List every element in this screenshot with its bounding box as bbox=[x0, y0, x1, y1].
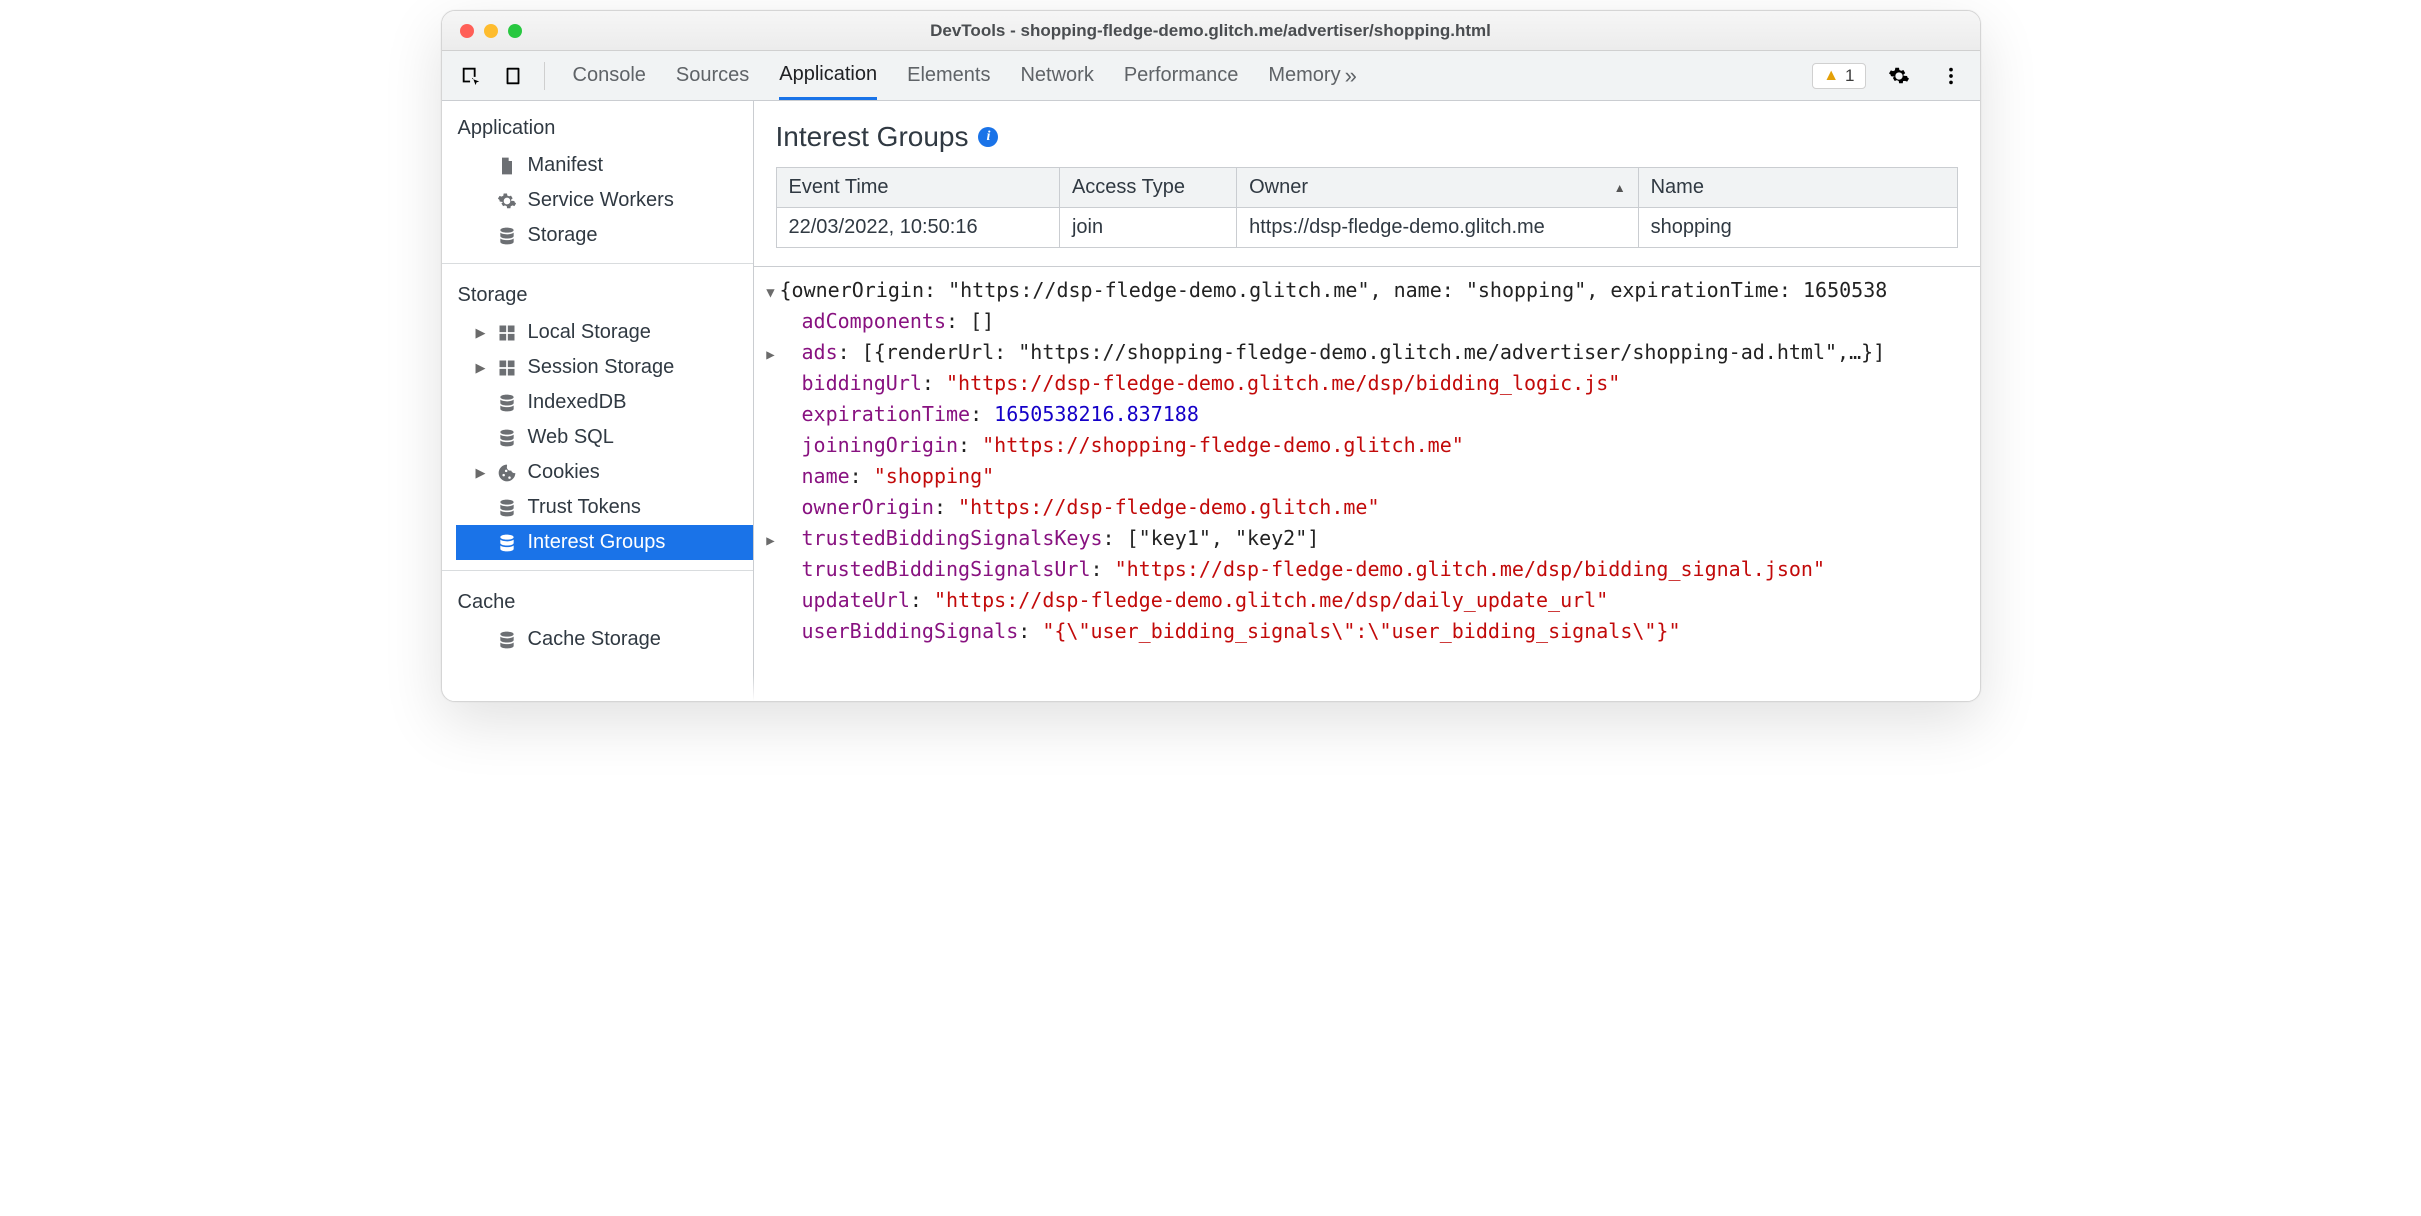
interest-group-details[interactable]: ▼{ownerOrigin: "https://dsp-fledge-demo.… bbox=[754, 267, 1980, 701]
devtools-tabs: Console Sources Application Elements Network… bbox=[573, 51, 1341, 100]
tab-elements[interactable]: Elements bbox=[907, 51, 990, 100]
json-row[interactable]: ▶trustedBiddingSignalsKeys: ["key1", "ke… bbox=[762, 523, 1972, 554]
json-row[interactable]: ▶ads: [{renderUrl: "https://shopping-fle… bbox=[762, 337, 1972, 368]
sort-indicator-icon: ▲ bbox=[1614, 181, 1626, 195]
warnings-count: 1 bbox=[1845, 66, 1854, 86]
warnings-badge[interactable]: ▲ 1 bbox=[1812, 63, 1865, 89]
table-cell: join bbox=[1059, 208, 1236, 248]
sidebar-item-label: Interest Groups bbox=[528, 531, 666, 554]
sidebar-divider bbox=[442, 263, 753, 264]
json-row[interactable]: ▼{ownerOrigin: "https://dsp-fledge-demo.… bbox=[762, 275, 1972, 306]
info-icon[interactable]: i bbox=[978, 127, 998, 147]
json-row[interactable]: biddingUrl: "https://dsp-fledge-demo.gli… bbox=[762, 368, 1972, 399]
table-cell: shopping bbox=[1638, 208, 1957, 248]
panel-title: Interest Groups bbox=[776, 121, 969, 153]
json-row[interactable]: trustedBiddingSignalsUrl: "https://dsp-f… bbox=[762, 554, 1972, 585]
sidebar-item-local-storage[interactable]: ▶ Local Storage bbox=[456, 315, 753, 350]
table-header-row: Event TimeAccess TypeOwner▲Name bbox=[776, 168, 1957, 208]
sidebar-item-label: Local Storage bbox=[528, 321, 651, 344]
sidebar-item-cache-storage[interactable]: Cache Storage bbox=[456, 622, 753, 657]
json-row[interactable]: userBiddingSignals: "{\"user_bidding_sig… bbox=[762, 616, 1972, 647]
json-row[interactable]: adComponents: [] bbox=[762, 306, 1972, 337]
window-close-button[interactable] bbox=[460, 24, 474, 38]
sidebar-item-label: Manifest bbox=[528, 154, 604, 177]
sidebar-item-service-workers[interactable]: Service Workers bbox=[456, 183, 753, 218]
db-icon bbox=[496, 497, 518, 519]
application-sidebar: Application Manifest Service Workers Storag… bbox=[442, 101, 754, 701]
interest-groups-panel: Interest Groups i Event TimeAccess TypeO… bbox=[754, 101, 1980, 701]
chevron-right-icon[interactable]: ▶ bbox=[762, 345, 780, 367]
cookie-icon bbox=[496, 462, 518, 484]
sidebar-item-label: Web SQL bbox=[528, 426, 614, 449]
disclosure-triangle-icon: ▶ bbox=[476, 465, 486, 481]
json-row[interactable]: name: "shopping" bbox=[762, 461, 1972, 492]
table-row[interactable]: 22/03/2022, 10:50:16joinhttps://dsp-fled… bbox=[776, 208, 1957, 248]
db-icon bbox=[496, 225, 518, 247]
sidebar-item-label: Service Workers bbox=[528, 189, 674, 212]
tab-memory[interactable]: Memory bbox=[1268, 51, 1340, 100]
sidebar-item-indexeddb[interactable]: IndexedDB bbox=[456, 385, 753, 420]
interest-groups-table: Event TimeAccess TypeOwner▲Name 22/03/20… bbox=[776, 167, 1958, 248]
json-row[interactable]: ownerOrigin: "https://dsp-fledge-demo.gl… bbox=[762, 492, 1972, 523]
sidebar-item-session-storage[interactable]: ▶ Session Storage bbox=[456, 350, 753, 385]
table-header-event-time[interactable]: Event Time bbox=[776, 168, 1059, 208]
chevron-right-icon[interactable]: ▶ bbox=[762, 531, 780, 553]
grid-icon bbox=[496, 322, 518, 344]
sidebar-heading: Storage bbox=[456, 278, 753, 315]
tab-network[interactable]: Network bbox=[1020, 51, 1093, 100]
warning-icon: ▲ bbox=[1823, 67, 1839, 85]
json-row[interactable]: joiningOrigin: "https://shopping-fledge-… bbox=[762, 430, 1972, 461]
sidebar-item-web-sql[interactable]: Web SQL bbox=[456, 420, 753, 455]
window-traffic-lights bbox=[442, 24, 522, 38]
grid-icon bbox=[496, 357, 518, 379]
sidebar-item-storage[interactable]: Storage bbox=[456, 218, 753, 253]
devtools-main: Application Manifest Service Workers Storag… bbox=[442, 101, 1980, 701]
window-minimize-button[interactable] bbox=[484, 24, 498, 38]
file-icon bbox=[496, 155, 518, 177]
kebab-menu-button[interactable] bbox=[1932, 57, 1970, 95]
tab-console[interactable]: Console bbox=[573, 51, 646, 100]
gear-icon bbox=[496, 190, 518, 212]
inspect-element-button[interactable] bbox=[452, 57, 490, 95]
sidebar-item-interest-groups[interactable]: Interest Groups bbox=[456, 525, 753, 560]
sidebar-item-trust-tokens[interactable]: Trust Tokens bbox=[456, 490, 753, 525]
table-cell: 22/03/2022, 10:50:16 bbox=[776, 208, 1059, 248]
sidebar-item-label: Session Storage bbox=[528, 356, 675, 379]
db-icon bbox=[496, 629, 518, 651]
chevron-down-icon[interactable]: ▼ bbox=[762, 283, 780, 305]
tab-application[interactable]: Application bbox=[779, 51, 877, 100]
db-icon bbox=[496, 427, 518, 449]
devtools-toolbar: Console Sources Application Elements Network… bbox=[442, 51, 1980, 101]
settings-button[interactable] bbox=[1880, 57, 1918, 95]
sidebar-item-label: Storage bbox=[528, 224, 598, 247]
table-header-name[interactable]: Name bbox=[1638, 168, 1957, 208]
json-row[interactable]: expirationTime: 1650538216.837188 bbox=[762, 399, 1972, 430]
sidebar-item-label: IndexedDB bbox=[528, 391, 627, 414]
sidebar-divider bbox=[442, 570, 753, 571]
sidebar-heading: Cache bbox=[456, 585, 753, 622]
table-cell: https://dsp-fledge-demo.glitch.me bbox=[1237, 208, 1639, 248]
devtools-window: DevTools - shopping-fledge-demo.glitch.m… bbox=[441, 10, 1981, 702]
window-title: DevTools - shopping-fledge-demo.glitch.m… bbox=[442, 21, 1980, 41]
disclosure-triangle-icon: ▶ bbox=[476, 360, 486, 376]
window-zoom-button[interactable] bbox=[508, 24, 522, 38]
device-toolbar-button[interactable] bbox=[494, 57, 532, 95]
window-titlebar: DevTools - shopping-fledge-demo.glitch.m… bbox=[442, 11, 1980, 51]
more-tabs-button[interactable]: » bbox=[1345, 57, 1357, 95]
db-icon bbox=[496, 532, 518, 554]
sidebar-item-cookies[interactable]: ▶ Cookies bbox=[456, 455, 753, 490]
table-header-access-type[interactable]: Access Type bbox=[1059, 168, 1236, 208]
disclosure-triangle-icon: ▶ bbox=[476, 325, 486, 341]
sidebar-item-label: Cache Storage bbox=[528, 628, 661, 651]
sidebar-item-label: Trust Tokens bbox=[528, 496, 641, 519]
tab-performance[interactable]: Performance bbox=[1124, 51, 1239, 100]
sidebar-heading: Application bbox=[456, 111, 753, 148]
db-icon bbox=[496, 392, 518, 414]
toolbar-divider bbox=[544, 62, 545, 90]
sidebar-item-manifest[interactable]: Manifest bbox=[456, 148, 753, 183]
tab-sources[interactable]: Sources bbox=[676, 51, 749, 100]
json-row[interactable]: updateUrl: "https://dsp-fledge-demo.glit… bbox=[762, 585, 1972, 616]
table-header-owner[interactable]: Owner▲ bbox=[1237, 168, 1639, 208]
sidebar-item-label: Cookies bbox=[528, 461, 600, 484]
